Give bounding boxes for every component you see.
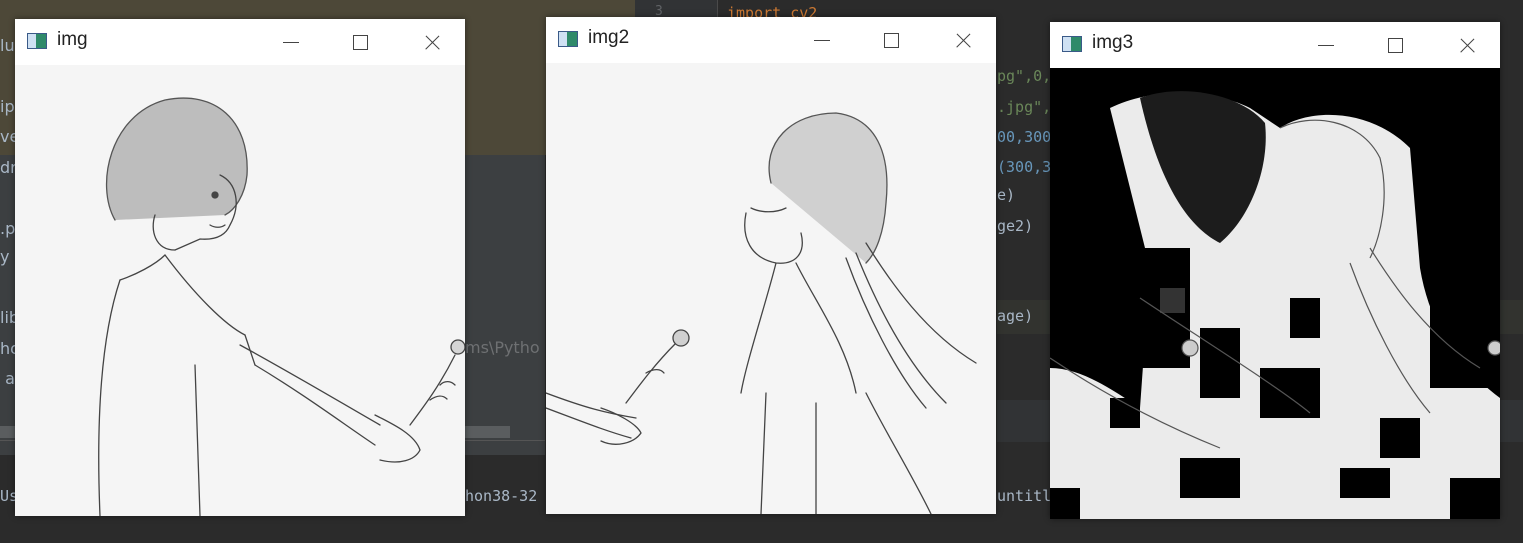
app-icon — [1062, 36, 1082, 52]
project-tree-fragment[interactable]: .p — [0, 219, 15, 238]
code-line[interactable]: (300,3 — [997, 158, 1051, 176]
project-tree-fragment[interactable]: a — [0, 369, 15, 388]
close-icon[interactable] — [1446, 30, 1486, 60]
window-titlebar[interactable]: img2 — [546, 17, 996, 63]
minimize-icon[interactable] — [801, 25, 841, 55]
console-fragment: untitl — [997, 487, 1052, 505]
project-tree-fragment[interactable]: y — [0, 247, 9, 266]
blended-result-image — [1050, 68, 1500, 519]
console-fragment: hon38-32 — [465, 487, 538, 505]
boy-offering-rose-image — [15, 65, 465, 516]
run-path-fragment: ms\Pytho — [465, 338, 540, 357]
code-line[interactable]: e) — [997, 186, 1015, 204]
image-canvas — [1050, 68, 1500, 519]
maximize-icon[interactable] — [340, 27, 380, 57]
code-line[interactable]: .jpg", — [997, 98, 1051, 116]
code-line[interactable]: pg",0, — [997, 67, 1051, 85]
image-window-img2[interactable]: img2 — [546, 17, 996, 514]
minimize-icon[interactable] — [270, 27, 310, 57]
image-window-img[interactable]: img — [15, 19, 465, 516]
maximize-icon[interactable] — [1375, 30, 1415, 60]
window-titlebar[interactable]: img — [15, 19, 465, 65]
project-tree-fragment[interactable]: ip — [0, 97, 15, 116]
image-window-img3[interactable]: img3 — [1050, 22, 1500, 519]
window-title: img3 — [1092, 32, 1134, 53]
window-title: img — [57, 29, 88, 50]
window-titlebar[interactable]: img3 — [1050, 22, 1500, 68]
minimize-icon[interactable] — [1305, 30, 1345, 60]
image-canvas — [15, 65, 465, 516]
close-icon[interactable] — [942, 25, 982, 55]
window-title: img2 — [588, 27, 630, 48]
image-canvas — [546, 63, 996, 514]
close-icon[interactable] — [411, 27, 451, 57]
maximize-icon[interactable] — [871, 25, 911, 55]
girl-covering-face-image — [546, 63, 996, 514]
code-line[interactable]: 00,300 — [997, 128, 1051, 146]
app-icon — [27, 33, 47, 49]
code-line[interactable]: ge2) — [997, 217, 1033, 235]
code-line[interactable]: age) — [997, 307, 1033, 325]
app-icon — [558, 31, 578, 47]
project-tree-fragment[interactable]: lu — [0, 36, 15, 55]
